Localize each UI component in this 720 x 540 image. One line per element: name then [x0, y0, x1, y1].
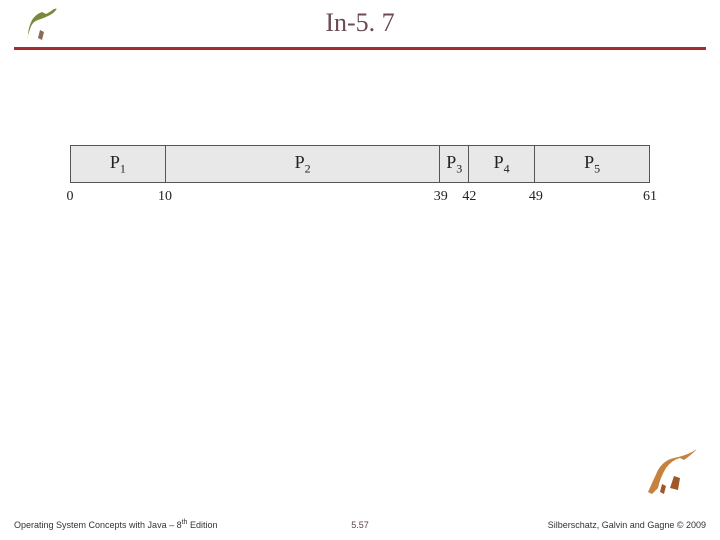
slide-title: In-5. 7	[0, 0, 720, 38]
process-p3: P3	[446, 152, 462, 177]
gantt-segment-p2: P2	[166, 146, 441, 182]
footer-book-title: Operating System Concepts with Java – 8t…	[14, 519, 217, 530]
tick-10: 10	[158, 189, 172, 205]
gantt-bar: P1 P2 P3 P4 P5	[70, 145, 650, 183]
tick-row: 0 10 39 42 49 61	[70, 189, 650, 209]
gantt-segment-p5: P5	[535, 146, 649, 182]
dinosaur-icon	[18, 4, 64, 44]
footer-page-number: 5.57	[351, 520, 369, 530]
tick-49: 49	[529, 189, 543, 205]
gantt-segment-p3: P3	[440, 146, 468, 182]
slide-footer: Operating System Concepts with Java – 8t…	[0, 510, 720, 530]
slide-header: In-5. 7	[0, 0, 720, 50]
process-p4: P4	[494, 152, 510, 177]
process-p5: P5	[584, 152, 600, 177]
tick-0: 0	[67, 189, 74, 205]
tick-42: 42	[462, 189, 476, 205]
footer-copyright: Silberschatz, Galvin and Gagne © 2009	[548, 520, 706, 530]
gantt-segment-p4: P4	[469, 146, 535, 182]
process-p2: P2	[295, 152, 311, 177]
process-p1: P1	[110, 152, 126, 177]
title-underline	[14, 47, 706, 50]
tick-39: 39	[434, 189, 448, 205]
gantt-segment-p1: P1	[71, 146, 166, 182]
gantt-diagram: P1 P2 P3 P4 P5 0 10 39 42 49 61	[70, 145, 650, 225]
tick-61: 61	[643, 189, 657, 205]
dinosaur-icon	[644, 440, 704, 500]
